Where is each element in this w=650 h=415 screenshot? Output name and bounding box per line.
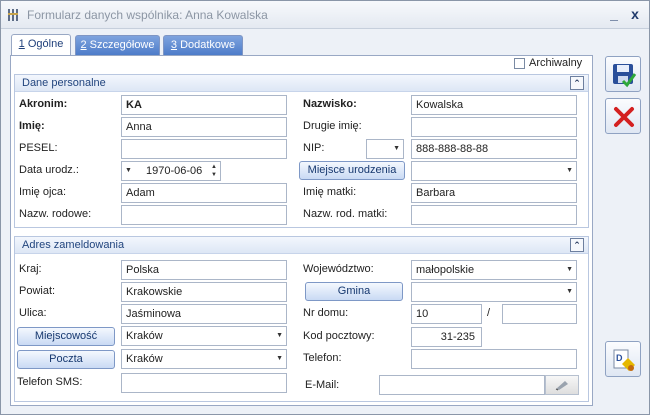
imie-matki-input[interactable]: Barbara: [411, 183, 577, 203]
chevron-down-icon: ▼: [566, 266, 573, 273]
nr-domu-input[interactable]: 10: [411, 304, 482, 324]
form-window: Formularz danych wspólnika: Anna Kowalsk…: [0, 0, 650, 415]
email-label: E-Mail:: [305, 379, 340, 391]
close-icon: [614, 107, 634, 127]
kod-pocztowy-label: Kod pocztowy:: [303, 330, 375, 342]
tab-szczegolowe[interactable]: 2 Szczegółowe: [75, 35, 160, 55]
date-spinner-icon[interactable]: ▲ ▼: [210, 163, 218, 179]
akronim-input[interactable]: KA: [121, 95, 287, 115]
telefon-sms-input[interactable]: [121, 373, 287, 393]
data-urodz-value: 1970-06-06: [146, 165, 203, 177]
send-email-button[interactable]: [545, 375, 579, 395]
nazw-rodowe-input[interactable]: [121, 205, 287, 225]
nr-domu-label: Nr domu:: [303, 307, 349, 319]
nip-label: NIP:: [303, 142, 325, 154]
powiat-input[interactable]: Krakowskie: [121, 282, 287, 302]
miejscowosc-value: Kraków: [126, 330, 163, 342]
nazwisko-label: Nazwisko:: [303, 98, 357, 110]
nip-prefix-select[interactable]: ▼: [366, 139, 404, 159]
save-button[interactable]: [605, 56, 641, 92]
email-input[interactable]: [379, 375, 545, 395]
pesel-input[interactable]: [121, 139, 287, 159]
wojewodztwo-value: małopolskie: [416, 264, 475, 276]
powiat-label: Powiat:: [19, 285, 56, 297]
cancel-button[interactable]: [605, 98, 641, 134]
chevron-down-icon: ▼: [276, 355, 283, 362]
telefon-input[interactable]: [411, 349, 577, 369]
address-group-header: Adres zameldowania ⌃: [15, 237, 588, 254]
address-group-title: Adres zameldowania: [22, 239, 125, 251]
drugie-imie-label: Drugie imię:: [303, 120, 362, 132]
collapse-personal-icon[interactable]: ⌃: [570, 76, 584, 90]
personal-group-title: Dane personalne: [22, 77, 106, 89]
wojewodztwo-select[interactable]: małopolskie ▼: [411, 260, 577, 280]
miejsce-urodzenia-button[interactable]: Miejsce urodzenia: [299, 161, 405, 180]
drugie-imie-input[interactable]: [411, 117, 577, 137]
document-icon: D: [613, 349, 635, 371]
chevron-down-icon: ▼: [276, 332, 283, 339]
poczta-value: Kraków: [126, 353, 163, 365]
nazw-rodowe-label: Nazw. rodowe:: [19, 208, 92, 220]
window-title: Formularz danych wspólnika: Anna Kowalsk…: [27, 8, 268, 22]
archiwalny-checkbox[interactable]: [514, 58, 525, 69]
telefon-sms-label: Telefon SMS:: [17, 376, 83, 388]
personal-data-group: Dane personalne ⌃ Akronim: KA Nazwisko: …: [14, 74, 589, 228]
imie-ojca-label: Imię ojca:: [19, 186, 67, 198]
pencil-icon: [555, 381, 568, 391]
address-group: Adres zameldowania ⌃ Kraj: Polska Wojewó…: [14, 236, 589, 402]
imie-input[interactable]: Anna: [121, 117, 287, 137]
data-urodz-label: Data urodz.:: [19, 164, 79, 176]
ulica-input[interactable]: Jaśminowa: [121, 304, 287, 324]
gmina-button[interactable]: Gmina: [305, 282, 403, 301]
archiwalny-label: Archiwalny: [529, 57, 583, 69]
imie-label: Imię:: [19, 120, 45, 132]
pesel-label: PESEL:: [19, 142, 58, 154]
save-icon: [613, 64, 637, 88]
kod-pocztowy-input[interactable]: 31-235: [411, 327, 482, 347]
miejscowosc-button[interactable]: Miejscowość: [17, 327, 115, 346]
miejsce-urodzenia-select[interactable]: ▼: [411, 161, 577, 181]
ulica-label: Ulica:: [19, 307, 47, 319]
nr-domu-separator: /: [487, 307, 491, 319]
close-button[interactable]: x: [627, 6, 643, 22]
poczta-button[interactable]: Poczta: [17, 350, 115, 369]
kraj-input[interactable]: Polska: [121, 260, 287, 280]
chevron-down-icon: ▼: [566, 288, 573, 295]
nazw-rod-matki-input[interactable]: [411, 205, 577, 225]
imie-matki-label: Imię matki:: [303, 186, 357, 198]
kraj-label: Kraj:: [19, 263, 42, 275]
document-button[interactable]: D: [605, 341, 641, 377]
chevron-down-icon: ▼: [393, 145, 400, 152]
title-bar: Formularz danych wspólnika: Anna Kowalsk…: [1, 1, 649, 29]
nazwisko-input[interactable]: Kowalska: [411, 95, 577, 115]
svg-text:D: D: [616, 353, 623, 363]
chevron-down-icon: ▼: [566, 167, 573, 174]
wojewodztwo-label: Województwo:: [303, 263, 374, 275]
tab-ogolne[interactable]: 1 Ogólne: [11, 34, 71, 56]
gmina-select[interactable]: ▼: [411, 282, 577, 302]
data-urodz-input[interactable]: ▼ 1970-06-06 ▲ ▼: [121, 161, 221, 181]
miejscowosc-select[interactable]: Kraków ▼: [121, 326, 287, 346]
nr-lokalu-input[interactable]: [502, 304, 577, 324]
akronim-label: Akronim:: [19, 98, 68, 110]
chevron-down-icon[interactable]: ▼: [125, 162, 132, 180]
personal-group-header: Dane personalne ⌃: [15, 75, 588, 92]
collapse-address-icon[interactable]: ⌃: [570, 238, 584, 252]
minimize-button[interactable]: _: [606, 6, 622, 22]
poczta-select[interactable]: Kraków ▼: [121, 349, 287, 369]
nazw-rod-matki-label: Nazw. rod. matki:: [303, 208, 388, 220]
nip-input[interactable]: 888-888-88-88: [411, 139, 577, 159]
tab-panel-ogolne: Archiwalny Dane personalne ⌃ Akronim: KA…: [10, 55, 593, 406]
tab-dodatkowe[interactable]: 3 Dodatkowe: [163, 35, 243, 55]
app-icon: [8, 9, 18, 21]
telefon-label: Telefon:: [303, 352, 342, 364]
imie-ojca-input[interactable]: Adam: [121, 183, 287, 203]
